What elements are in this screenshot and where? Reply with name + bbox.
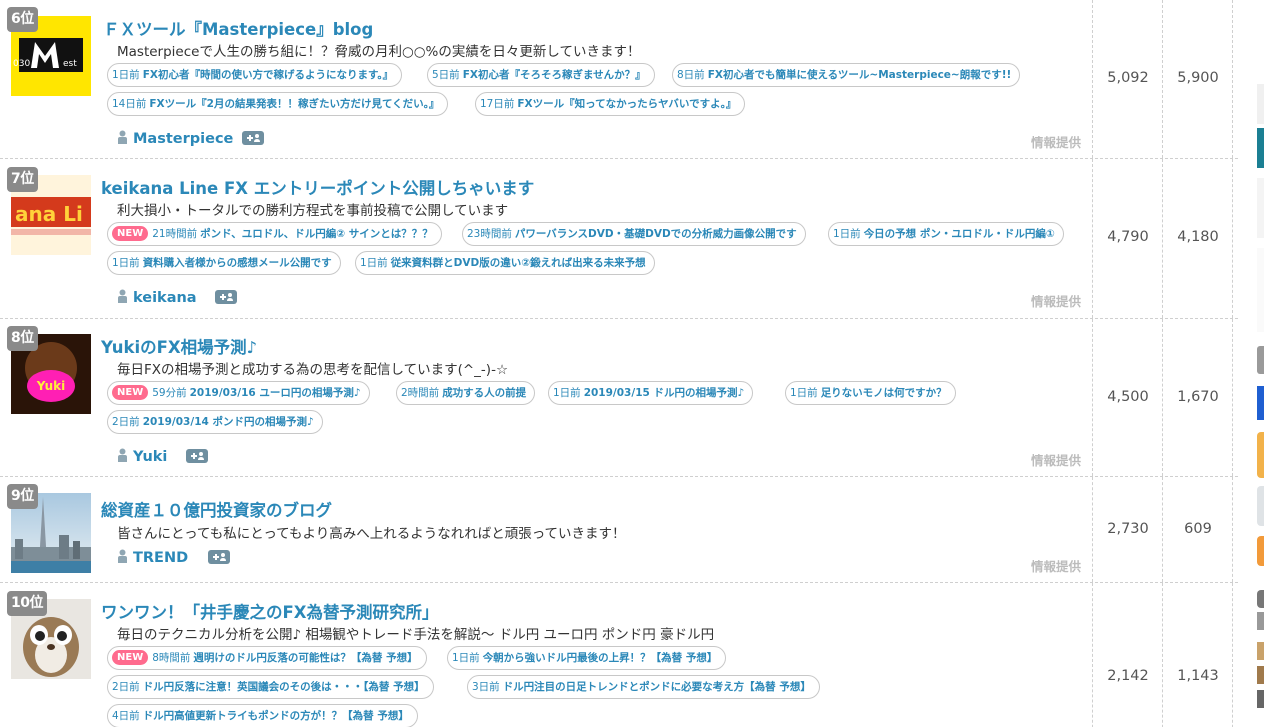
ranking-row: 10位 ワンワン！「井手慶之のFX為替予測研究所」 毎日のテクニカル分析を公開♪…	[0, 583, 1238, 727]
blog-description: Masterpieceで人生の勝ち組に！？脅威の月利○○%の実績を日々更新してい…	[117, 44, 641, 60]
post-link[interactable]: 1日前 資料購入者様からの感想メール公開です	[107, 251, 341, 275]
post-link[interactable]: 2日前 ドル円反落に注意！英国議会のその後は・・・【為替 予想】	[107, 675, 434, 699]
new-badge: NEW	[112, 385, 149, 400]
blog-title[interactable]: ワンワン！「井手慶之のFX為替予測研究所」	[101, 599, 439, 623]
svg-text:030: 030	[13, 59, 30, 69]
post-link[interactable]: 5日前 FX初心者『そろそろ稼ぎませんか？』	[427, 63, 655, 87]
out-points: 1,143	[1177, 668, 1219, 684]
new-badge: NEW	[112, 650, 149, 665]
post-link[interactable]: NEW 21時間前 ポンド、ユロドル、ドル円編② サインとは？？？	[107, 222, 442, 246]
info-provided-label[interactable]: 情報提供	[1031, 556, 1081, 575]
post-link[interactable]: 1日前 足りないモノは何ですか？	[785, 381, 956, 405]
blog-description: 毎日FXの相場予測と成功する為の思考を配信しています(^_-)-☆	[117, 362, 509, 378]
rank-badge: 7位	[7, 167, 38, 192]
post-link[interactable]: 23時間前 パワーバランスDVD・基礎DVDでの分析威力画像公開です	[462, 222, 806, 246]
in-points: 5,092	[1107, 70, 1149, 86]
author-name: TREND	[133, 550, 189, 566]
author-link[interactable]: Yuki	[117, 448, 209, 465]
out-points: 5,900	[1177, 70, 1219, 86]
ranking-row: 8位 Yuki YukiのFX相場予測♪ 毎日FXの相場予測と成功する為の思考を…	[0, 319, 1238, 477]
post-link[interactable]: 1日前 2019/03/15 ドル円の相場予測♪	[548, 381, 754, 405]
info-provided-label[interactable]: 情報提供	[1031, 291, 1081, 310]
blog-title[interactable]: 総資産１０億円投資家のブログ	[101, 497, 332, 521]
blog-title[interactable]: ＦＸツール『Masterpiece』blog	[103, 16, 373, 40]
rank-badge: 10位	[7, 591, 47, 616]
person-icon	[117, 448, 128, 462]
svg-text:est: est	[63, 59, 77, 69]
add-user-icon[interactable]	[214, 290, 237, 304]
out-points: 1,670	[1177, 389, 1219, 405]
author-link[interactable]: keikana	[117, 289, 237, 306]
post-link[interactable]: 4日前 ドル円高値更新トライもポンドの方が！？【為替 予想】	[107, 704, 418, 727]
rank-badge: 6位	[7, 7, 38, 32]
out-points: 609	[1184, 521, 1212, 537]
add-user-icon[interactable]	[208, 550, 231, 564]
svg-text:Yuki: Yuki	[36, 379, 65, 393]
blog-description: 利大損小・トータルでの勝利方程式を事前投稿で公開しています	[117, 203, 509, 219]
post-link[interactable]: 14日前 FXツール『2月の結果発表！！稼ぎたい方だけ見てくだい。』	[107, 92, 449, 116]
out-points: 4,180	[1177, 229, 1219, 245]
post-link[interactable]: 3日前 ドル円注目の日足トレンドとポンドに必要な考え方【為替 予想】	[467, 675, 820, 699]
post-link[interactable]: 2日前 2019/03/14 ポンド円の相場予測♪	[107, 410, 323, 434]
sidebar-edge	[1257, 0, 1264, 727]
in-points: 2,730	[1107, 521, 1149, 537]
info-provided-label[interactable]: 情報提供	[1031, 132, 1081, 151]
blog-title[interactable]: keikana Line FX エントリーポイント公開しちゃいます	[101, 175, 534, 199]
new-badge: NEW	[112, 226, 149, 241]
ranking-row: 6位 est 030 ＦＸツール『Masterpiece』blog Masterp…	[0, 0, 1238, 159]
blog-description: 毎日のテクニカル分析を公開♪ 相場観やトレード手法を解説～ ドル円 ユーロ円 ポ…	[117, 627, 715, 643]
post-link[interactable]: 8日前 FX初心者でも簡単に使えるツール~Masterpiece~朗報です!!	[672, 63, 1021, 87]
author-link[interactable]: TREND	[117, 549, 231, 566]
rank-badge: 8位	[7, 326, 38, 351]
rank-badge: 9位	[7, 484, 38, 509]
post-link[interactable]: NEW 59分前 2019/03/16 ユーロ円の相場予測♪	[107, 381, 370, 405]
svg-text:ana Li: ana Li	[15, 202, 83, 226]
person-icon	[117, 130, 128, 144]
post-link[interactable]: 1日前 今日の予想 ポン・ユロドル・ドル円編①	[828, 222, 1064, 246]
post-link[interactable]: 1日前 従来資料群とDVD版の違い②鍛えれば出来る未来予想	[355, 251, 655, 275]
info-provided-label[interactable]: 情報提供	[1031, 450, 1081, 469]
post-link[interactable]: 17日前 FXツール『知ってなかったらヤバいですよ。』	[475, 92, 746, 116]
add-user-icon[interactable]	[242, 131, 265, 145]
author-name: Yuki	[133, 449, 168, 465]
post-link[interactable]: NEW 8時間前 週明けのドル円反落の可能性は？【為替 予想】	[107, 646, 427, 670]
person-icon	[117, 549, 128, 563]
author-link[interactable]: Masterpiece	[117, 130, 265, 147]
in-points: 2,142	[1107, 668, 1149, 684]
add-user-icon[interactable]	[186, 449, 209, 463]
ranking-row: 7位 ana Li keikana Line FX エントリーポイント公開しちゃ…	[0, 159, 1238, 319]
blog-description: 皆さんにとっても私にとってもより高みへ上れるようなれればと頑張っていきます！	[117, 526, 626, 542]
in-points: 4,790	[1107, 229, 1149, 245]
author-name: Masterpiece	[133, 131, 234, 147]
post-link[interactable]: 1日前 FX初心者『時間の使い方で稼げるようになります。』	[107, 63, 403, 87]
in-points: 4,500	[1107, 389, 1149, 405]
post-link[interactable]: 2時間前 成功する人の前提	[396, 381, 536, 405]
blog-title[interactable]: YukiのFX相場予測♪	[101, 334, 257, 358]
ranking-row: 9位 総資産１０億円投資家のブログ 皆さんにとっても私にとってもより高みへ上れる…	[0, 477, 1238, 583]
person-icon	[117, 289, 128, 303]
author-name: keikana	[133, 290, 197, 306]
post-link[interactable]: 1日前 今朝から強いドル円最後の上昇！？【為替 予想】	[447, 646, 727, 670]
